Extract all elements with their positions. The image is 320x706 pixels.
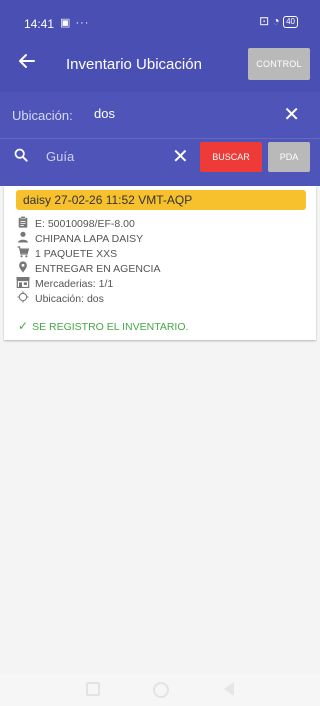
clipboard-icon	[18, 216, 28, 228]
detail-package: 1 PAQUETE XXS	[16, 246, 117, 260]
nav-back-icon[interactable]	[224, 682, 234, 696]
search-row: Guía ✕ BUSCAR PDA	[0, 140, 320, 186]
signal-wifi-icon: ⊡ ◔	[259, 14, 280, 28]
pda-button[interactable]: PDA	[268, 142, 310, 172]
target-icon	[17, 291, 29, 303]
system-nav-bar	[0, 674, 320, 706]
page-title: Inventario Ubicación	[66, 56, 202, 73]
cart-icon	[17, 246, 30, 258]
location-label: Ubicación:	[12, 108, 73, 123]
clear-location-icon[interactable]: ✕	[283, 105, 300, 125]
package-info: 1 PAQUETE XXS	[35, 248, 118, 260]
search-icon	[14, 148, 28, 162]
delivery-info: ENTREGAR EN AGENCIA	[35, 263, 161, 275]
notification-icons: ▣ ···	[60, 17, 90, 29]
clear-search-icon[interactable]: ✕	[172, 147, 189, 167]
recipient-name: CHIPANA LAPA DAISY	[35, 233, 144, 245]
status-time: 14:41	[24, 17, 55, 31]
location-input[interactable]: dos	[94, 106, 115, 121]
detail-location: Ubicación: dos	[16, 291, 104, 305]
location-row: Ubicación: dos ✕	[0, 92, 320, 139]
back-arrow-icon[interactable]	[18, 52, 36, 74]
map-pin-icon	[19, 261, 27, 273]
detail-recipient: CHIPANA LAPA DAISY	[16, 231, 143, 245]
merchandise-count: Mercaderias: 1/1	[35, 278, 114, 290]
success-message: ✓ SE REGISTRO EL INVENTARIO.	[18, 319, 188, 333]
recent-apps-icon[interactable]	[86, 682, 100, 696]
shipment-code: E: 50010098/EF-8.00	[35, 218, 135, 230]
location-info: Ubicación: dos	[35, 293, 104, 305]
inventory-card[interactable]: daisy 27-02-26 11:52 VMT-AQP E: 50010098…	[4, 186, 316, 340]
app-bar: Inventario Ubicación CONTROL	[0, 38, 320, 92]
system-icons: ⊡ ◔ 40	[259, 14, 298, 28]
status-bar: 14:41 ▣ ··· ⊡ ◔ 40	[0, 0, 320, 38]
home-icon[interactable]	[153, 682, 169, 698]
detail-code: E: 50010098/EF-8.00	[16, 216, 135, 230]
guia-search-input[interactable]: Guía	[46, 149, 74, 164]
buscar-button[interactable]: BUSCAR	[200, 142, 262, 172]
check-icon: ✓	[18, 319, 29, 333]
battery-icon: 40	[283, 15, 298, 28]
back-arrow-svg	[19, 54, 35, 68]
person-icon	[18, 231, 28, 243]
storefront-icon	[16, 277, 30, 288]
card-header: daisy 27-02-26 11:52 VMT-AQP	[16, 190, 306, 210]
detail-merchandise: Mercaderias: 1/1	[16, 276, 113, 290]
detail-delivery: ENTREGAR EN AGENCIA	[16, 261, 160, 275]
control-button[interactable]: CONTROL	[248, 48, 310, 80]
success-text: SE REGISTRO EL INVENTARIO.	[32, 321, 189, 333]
filter-panel: Ubicación: dos ✕ Guía ✕ BUSCAR PDA	[0, 92, 320, 186]
